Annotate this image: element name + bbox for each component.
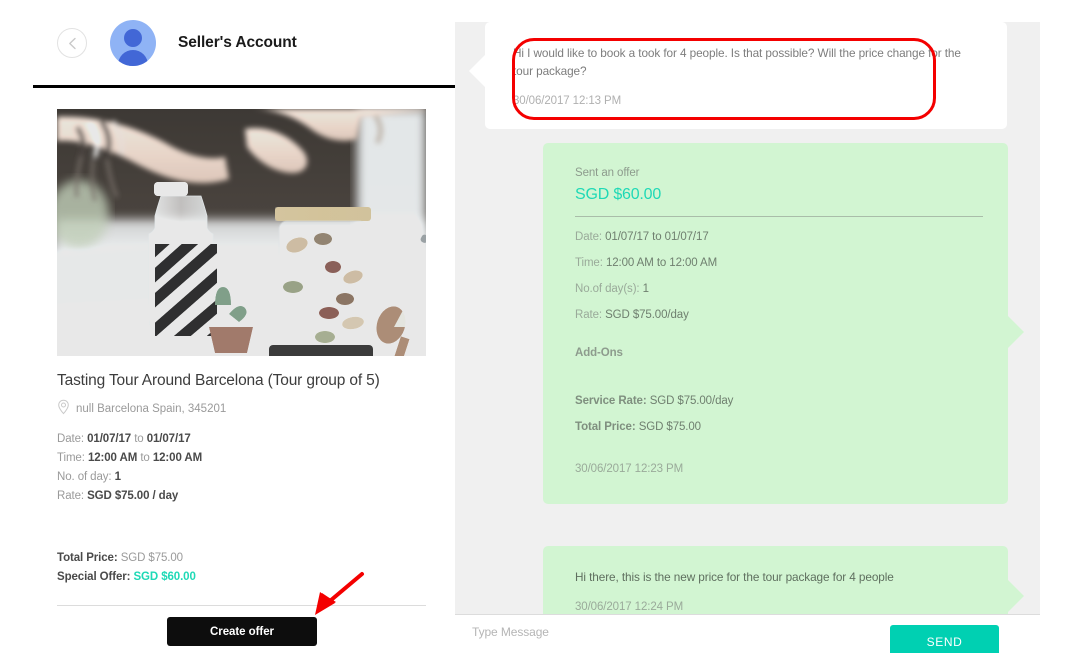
- offer-rate-label: Rate:: [575, 309, 602, 321]
- send-button[interactable]: SEND: [890, 625, 999, 653]
- message-list[interactable]: Hi I would like to book a took for 4 peo…: [455, 22, 1040, 614]
- outgoing-message-time: 30/06/2017 12:24 PM: [575, 601, 684, 613]
- incoming-message-time: 30/06/2017 12:13 PM: [513, 95, 622, 107]
- date-from: 01/07/17: [87, 433, 132, 445]
- listing-details: Tasting Tour Around Barcelona (Tour grou…: [57, 372, 437, 587]
- listing-location-text: null Barcelona Spain, 345201: [76, 402, 227, 415]
- offer-days-line: No.of day(s): 1: [575, 283, 970, 295]
- offer-sent-label: Sent an offer: [575, 167, 640, 179]
- app-root: Seller's Account Tasting Tour Around Bar…: [0, 0, 1076, 653]
- chevron-left-icon: [68, 37, 77, 50]
- avatar: [110, 20, 156, 66]
- total-price-value: SGD $75.00: [120, 552, 183, 564]
- time-from: 12:00 AM: [87, 452, 138, 464]
- listing-rate-line: Rate: SGD $75.00 / day: [57, 487, 437, 506]
- offer-service-rate-value: SGD $75.00/day: [649, 395, 734, 407]
- total-price-line: Total Price: SGD $75.00: [57, 549, 437, 568]
- desk-photo-illustration: [57, 109, 426, 356]
- offer-days-value: 1: [642, 283, 649, 295]
- outgoing-message-text: Hi there, this is the new price for the …: [575, 570, 894, 584]
- offer-rate-line: Rate: SGD $75.00/day: [575, 309, 970, 321]
- offer-total-price-value: SGD $75.00: [638, 421, 701, 433]
- page-title: Seller's Account: [178, 34, 297, 51]
- date-label: Date:: [57, 433, 84, 445]
- listing-date-line: Date: 01/07/17 to 01/07/17: [57, 430, 437, 449]
- message-input[interactable]: [472, 625, 882, 639]
- offer-service-rate-line: Service Rate: SGD $75.00/day: [575, 395, 970, 407]
- offer-date-label: Date:: [575, 231, 602, 243]
- offer-time-value: 12:00 AM to 12:00 AM: [605, 257, 718, 269]
- header-divider: [33, 85, 455, 88]
- listing-time-line: Time: 12:00 AM to 12:00 AM: [57, 449, 437, 468]
- time-to: 12:00 AM: [152, 452, 203, 464]
- rate-value: SGD $75.00 / day: [87, 490, 179, 502]
- offer-message-bubble: Sent an offer SGD $60.00 Date: 01/07/17 …: [543, 143, 1024, 504]
- footer-divider: [57, 605, 426, 606]
- offer-date-value: 01/07/17 to 01/07/17: [605, 231, 709, 243]
- user-avatar-icon: [124, 29, 142, 47]
- create-offer-button[interactable]: Create offer: [167, 617, 317, 646]
- special-offer-label: Special Offer:: [57, 571, 131, 583]
- days-value: 1: [114, 471, 121, 483]
- offer-time-line: Time: 12:00 AM to 12:00 AM: [575, 257, 970, 269]
- offer-rate-value: SGD $75.00/day: [605, 309, 689, 321]
- special-offer-line: Special Offer: SGD $60.00: [57, 568, 437, 587]
- message-composer: SEND: [455, 614, 1040, 653]
- listing-days-line: No. of day: 1: [57, 468, 437, 487]
- offer-time-label: Time:: [575, 257, 603, 269]
- back-button[interactable]: [57, 28, 87, 58]
- offer-divider: [575, 216, 983, 217]
- time-label: Time:: [57, 452, 85, 464]
- offer-amount: SGD $60.00: [575, 186, 662, 203]
- special-offer-value: SGD $60.00: [133, 571, 196, 583]
- listing-photo: [57, 109, 426, 356]
- rate-label: Rate:: [57, 490, 84, 502]
- offer-service-rate-label: Service Rate:: [575, 395, 647, 407]
- map-pin-icon: [57, 399, 70, 418]
- account-header: Seller's Account: [33, 0, 455, 86]
- offer-total-price-label: Total Price:: [575, 421, 636, 433]
- listing-title: Tasting Tour Around Barcelona (Tour grou…: [57, 372, 380, 389]
- outgoing-message-bubble: Hi there, this is the new price for the …: [543, 546, 1024, 614]
- offer-message-time: 30/06/2017 12:23 PM: [575, 463, 684, 475]
- incoming-message-text: Hi I would like to book a took for 4 peo…: [513, 46, 961, 78]
- offer-date-line: Date: 01/07/17 to 01/07/17: [575, 231, 970, 243]
- offer-addons-label: Add-Ons: [575, 347, 623, 359]
- listing-panel: Seller's Account Tasting Tour Around Bar…: [0, 0, 455, 653]
- total-price-label: Total Price:: [57, 552, 118, 564]
- listing-location: null Barcelona Spain, 345201: [57, 399, 437, 418]
- listing-price-block: Total Price: SGD $75.00 Special Offer: S…: [57, 549, 437, 587]
- chat-panel: Hi I would like to book a took for 4 peo…: [455, 22, 1040, 653]
- user-avatar-body: [118, 50, 148, 66]
- offer-total-price-line: Total Price: SGD $75.00: [575, 421, 970, 433]
- offer-days-label: No.of day(s):: [575, 283, 640, 295]
- time-sep: to: [140, 452, 150, 464]
- days-label: No. of day:: [57, 471, 112, 483]
- incoming-message-bubble: Hi I would like to book a took for 4 peo…: [469, 22, 1007, 129]
- date-to: 01/07/17: [146, 433, 191, 445]
- date-sep: to: [134, 433, 144, 445]
